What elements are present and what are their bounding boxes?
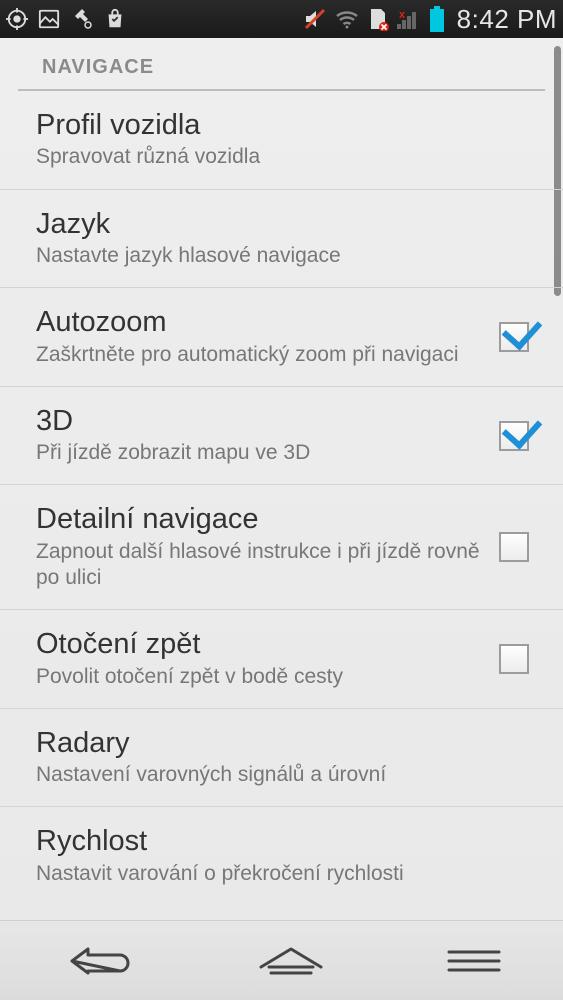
row-rychlost[interactable]: Rychlost Nastavit varování o překročení … xyxy=(0,807,563,905)
checkbox-3d[interactable] xyxy=(499,421,529,451)
image-icon xyxy=(38,8,60,30)
wifi-icon xyxy=(335,9,359,29)
row-detailni-navigace[interactable]: Detailní navigace Zapnout další hlasové … xyxy=(0,485,563,610)
navigation-bar xyxy=(0,920,563,1000)
row-subtitle: Spravovat různá vozidla xyxy=(36,144,519,170)
checkbox-autozoom[interactable] xyxy=(499,322,529,352)
menu-button[interactable] xyxy=(439,946,509,976)
svg-text:x: x xyxy=(399,9,406,21)
row-title: Autozoom xyxy=(36,306,489,339)
row-radary[interactable]: Radary Nastavení varovných signálů a úro… xyxy=(0,709,563,808)
row-title: Otočení zpět xyxy=(36,628,489,661)
settings-content: NAVIGACE Profil vozidla Spravovat různá … xyxy=(0,38,563,920)
row-autozoom[interactable]: Autozoom Zaškrtněte pro automatický zoom… xyxy=(0,288,563,387)
home-button[interactable] xyxy=(251,941,331,981)
row-otoceni-zpet[interactable]: Otočení zpět Povolit otočení zpět v bodě… xyxy=(0,610,563,709)
checkbox-detailni-navigace[interactable] xyxy=(499,532,529,562)
signal-icon: x xyxy=(397,9,421,29)
row-title: Detailní navigace xyxy=(36,503,489,536)
status-clock: 8:42 PM xyxy=(457,4,557,35)
row-subtitle: Zaškrtněte pro automatický zoom při navi… xyxy=(36,342,489,368)
row-subtitle: Nastavení varovných signálů a úrovní xyxy=(36,762,519,788)
volume-muted-icon xyxy=(303,7,327,31)
row-profil-vozidla[interactable]: Profil vozidla Spravovat různá vozidla xyxy=(0,91,563,190)
battery-icon xyxy=(429,6,445,32)
row-title: Rychlost xyxy=(36,825,519,858)
row-title: Radary xyxy=(36,727,519,760)
checkbox-otoceni-zpet[interactable] xyxy=(499,644,529,674)
row-title: 3D xyxy=(36,405,489,438)
section-header-navigace: NAVIGACE xyxy=(18,38,545,91)
row-subtitle: Zapnout další hlasové instrukce i při jí… xyxy=(36,539,489,592)
row-title: Profil vozidla xyxy=(36,109,519,142)
shopping-icon xyxy=(104,8,126,30)
row-3d[interactable]: 3D Při jízdě zobrazit mapu ve 3D xyxy=(0,387,563,486)
row-subtitle: Při jízdě zobrazit mapu ve 3D xyxy=(36,440,489,466)
row-jazyk[interactable]: Jazyk Nastavte jazyk hlasové navigace xyxy=(0,190,563,289)
row-subtitle: Povolit otočení zpět v bodě cesty xyxy=(36,664,489,690)
running-icon xyxy=(70,7,94,31)
sim-error-icon xyxy=(367,7,389,31)
row-subtitle: Nastavte jazyk hlasové navigace xyxy=(36,243,519,269)
status-bar: x 8:42 PM xyxy=(0,0,563,38)
row-title: Jazyk xyxy=(36,208,519,241)
gps-icon xyxy=(6,8,28,30)
back-button[interactable] xyxy=(54,941,144,981)
row-subtitle: Nastavit varování o překročení rychlosti xyxy=(36,861,519,887)
